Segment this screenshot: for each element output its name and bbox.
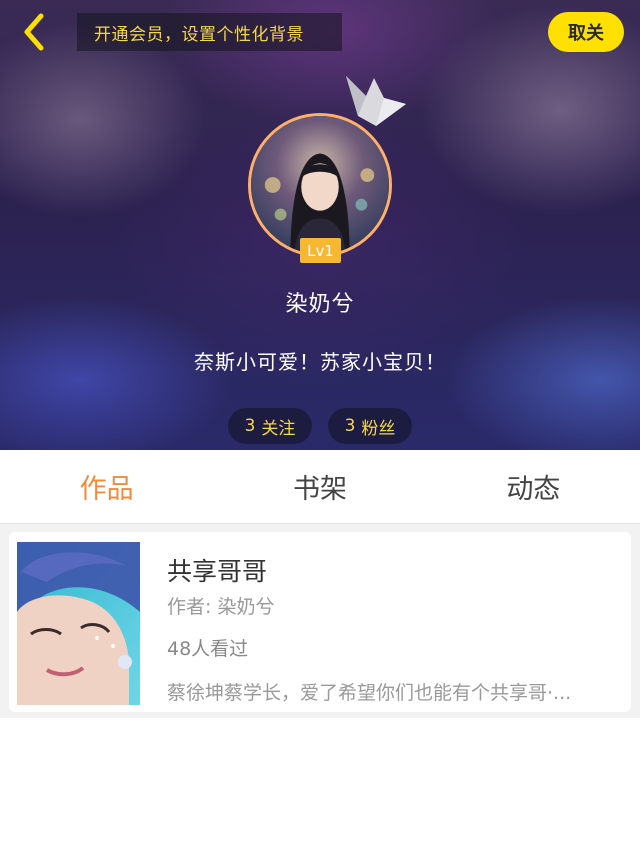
tab-activity[interactable]: 动态 (427, 450, 640, 523)
fans-count: 3 (344, 416, 356, 436)
work-title: 共享哥哥 (167, 557, 268, 586)
chevron-left-icon (24, 13, 44, 51)
avatar-photo (251, 116, 389, 254)
back-button[interactable] (14, 10, 54, 54)
following-label: 关注 (261, 418, 296, 439)
profile-bio: 奈斯小可爱！苏家小宝贝！ (194, 350, 446, 374)
profile-header: 开通会员，设置个性化背景 取关 Lv1 染奶兮 奈斯小可爱！苏家小宝贝！ 3 关… (0, 0, 640, 450)
work-card[interactable]: 共享哥哥 作者: 染奶兮 48人看过 蔡徐坤蔡学长，爱了希望你们也能有个共享哥·… (9, 532, 631, 712)
following-count-button[interactable]: 3 关注 (228, 408, 312, 444)
following-count: 3 (244, 416, 256, 436)
avatar[interactable] (248, 113, 392, 257)
work-author: 作者: 染奶兮 (167, 596, 275, 618)
work-cover-image (17, 542, 140, 705)
profile-tabs: 作品 书架 动态 (0, 450, 640, 524)
unfollow-button[interactable]: 取关 (548, 12, 624, 52)
fans-count-button[interactable]: 3 粉丝 (328, 408, 412, 444)
work-view-count: 48人看过 (167, 638, 249, 660)
tab-bookshelf[interactable]: 书架 (213, 450, 426, 523)
level-badge: Lv1 (300, 238, 341, 263)
vip-background-banner[interactable]: 开通会员，设置个性化背景 (77, 13, 342, 51)
tab-works[interactable]: 作品 (0, 450, 213, 523)
work-summary: 蔡徐坤蔡学长，爱了希望你们也能有个共享哥·... (167, 682, 572, 704)
fans-label: 粉丝 (361, 418, 396, 439)
username: 染奶兮 (285, 292, 355, 317)
